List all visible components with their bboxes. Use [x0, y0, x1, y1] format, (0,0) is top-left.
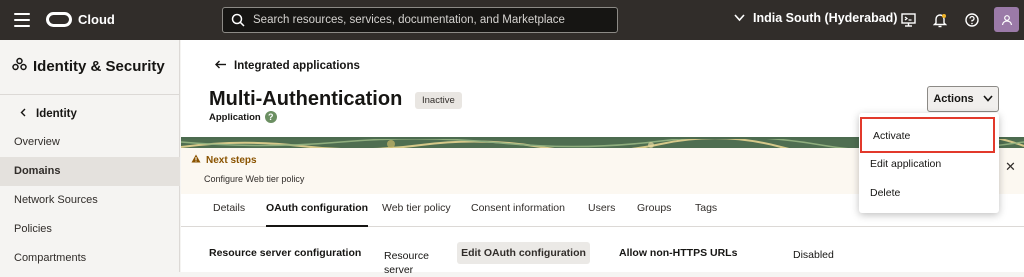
tab-oauth-configuration[interactable]: OAuth configuration [266, 195, 369, 227]
subtitle-label: Application [209, 111, 261, 123]
help-icon[interactable]: ? [264, 111, 277, 123]
sidebar-item-domains[interactable]: Domains [0, 157, 180, 186]
bell-icon[interactable] [931, 11, 949, 29]
search-icon [231, 13, 245, 32]
sidebar: Identity & Security Identity Overview Do… [0, 40, 180, 272]
notice-title: Next steps [191, 154, 257, 166]
edit-oauth-configuration-button[interactable]: Edit OAuth configuration [457, 242, 590, 264]
brand-label[interactable]: Cloud [78, 12, 115, 27]
sidebar-back-identity[interactable]: Identity [20, 108, 77, 120]
divider [0, 94, 180, 95]
actions-button[interactable]: Actions [927, 86, 999, 112]
oracle-logo[interactable] [46, 12, 72, 27]
user-icon[interactable] [994, 7, 1019, 32]
sidebar-back-label: Identity [36, 108, 77, 120]
tab-consent-information[interactable]: Consent information [471, 195, 565, 227]
menu-item-delete[interactable]: Delete [859, 179, 999, 208]
search-input[interactable] [253, 8, 613, 32]
section-title: Resource server configuration [209, 247, 362, 259]
tab-details[interactable]: Details [213, 195, 245, 227]
sidebar-title-label: Identity & Security [33, 57, 165, 75]
notice-text: Configure Web tier policy [204, 174, 305, 184]
back-link-integrated-applications[interactable]: Integrated applications [215, 60, 360, 72]
region-label: India South (Hyderabad) [753, 11, 898, 25]
sidebar-item-compartments[interactable]: Compartments [0, 244, 180, 273]
menu-item-activate[interactable]: Activate [860, 117, 995, 153]
search-box[interactable] [222, 7, 618, 33]
sidebar-item-overview[interactable]: Overview [0, 128, 180, 157]
tab-groups[interactable]: Groups [637, 195, 671, 227]
page-title: Multi-Authentication [209, 88, 403, 110]
allow-non-https-label: Allow non-HTTPS URLs [619, 247, 738, 259]
cloud-shell-icon[interactable] [899, 11, 917, 29]
identity-security-icon [12, 57, 27, 75]
arrow-left-icon [215, 60, 227, 72]
close-icon[interactable]: ✕ [1005, 159, 1016, 175]
actions-menu: Activate Edit application Delete [859, 113, 999, 213]
chevron-left-icon [20, 108, 26, 120]
resource-server-label: Resource server [384, 250, 429, 276]
notice-title-label: Next steps [206, 154, 257, 166]
sidebar-item-network-sources[interactable]: Network Sources [0, 186, 180, 215]
chevron-down-icon [734, 11, 745, 25]
back-link-label: Integrated applications [234, 60, 360, 72]
help-icon[interactable] [963, 11, 981, 29]
region-selector[interactable]: India South (Hyderabad) [734, 11, 897, 25]
actions-label: Actions [933, 93, 974, 105]
status-badge: Inactive [415, 92, 462, 109]
top-navigation-bar: Cloud India South (Hyderabad) [0, 0, 1024, 40]
menu-item-edit-application[interactable]: Edit application [859, 150, 999, 179]
menu-icon[interactable] [14, 13, 30, 27]
page-subtitle: Application ? [209, 111, 277, 123]
sidebar-title: Identity & Security [12, 57, 165, 75]
chevron-down-icon [983, 93, 993, 105]
sidebar-item-policies[interactable]: Policies [0, 215, 180, 244]
warning-icon [191, 154, 201, 166]
tab-tags[interactable]: Tags [695, 195, 717, 227]
tab-users[interactable]: Users [588, 195, 615, 227]
tab-web-tier-policy[interactable]: Web tier policy [382, 195, 451, 227]
allow-non-https-value: Disabled [793, 249, 834, 261]
